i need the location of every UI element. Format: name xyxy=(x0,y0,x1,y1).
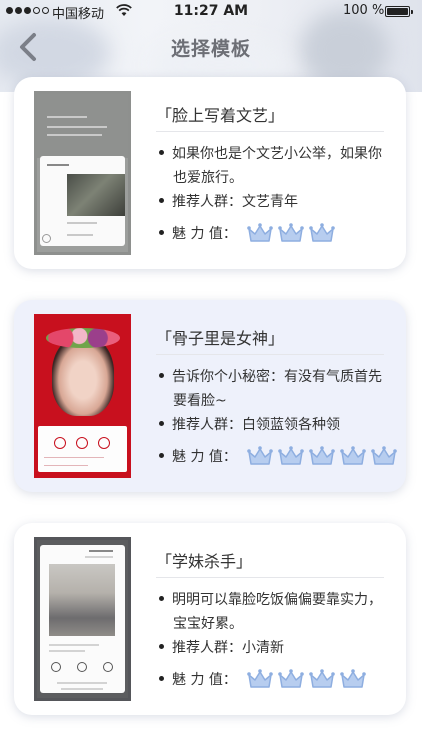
charm-rating-label: 魅 力 值： xyxy=(159,445,237,469)
divider xyxy=(156,354,384,355)
template-card-wenyi[interactable]: 「脸上写着文艺」 如果你也是个文艺小公举，如果你 也爱旅行。 推荐人群：文艺青年… xyxy=(14,77,406,269)
divider xyxy=(156,131,384,132)
recommended-audience: 推荐人群：小清新 xyxy=(159,636,284,660)
charm-rating-label: 魅 力 值： xyxy=(159,668,237,692)
recommended-audience: 推荐人群：文艺青年 xyxy=(159,190,298,214)
crown-icon xyxy=(309,223,335,242)
battery-icon xyxy=(385,6,413,17)
template-preview-thumbnail[interactable] xyxy=(34,91,131,255)
crown-icon xyxy=(247,669,273,688)
template-description: 明明可以靠脸吃饭偏偏要靠实力， xyxy=(159,588,382,612)
template-preview-thumbnail[interactable] xyxy=(34,314,131,478)
template-description: 如果你也是个文艺小公举，如果你 xyxy=(159,142,382,166)
template-description: 告诉你个小秘密：有没有气质首先 xyxy=(159,365,382,389)
template-title: 「学妹杀手」 xyxy=(156,552,253,571)
template-description-cont: 宝宝好累。 xyxy=(173,616,243,632)
template-description-cont: 要看脸~ xyxy=(173,393,227,409)
template-title: 「脸上写着文艺」 xyxy=(156,106,285,125)
template-card-xuemei[interactable]: 「学妹杀手」 明明可以靠脸吃饭偏偏要靠实力， 宝宝好累。 推荐人群：小清新 魅 … xyxy=(14,523,406,715)
crown-icon xyxy=(340,669,366,688)
charm-rating xyxy=(246,668,367,690)
battery-percent: 100 % xyxy=(343,3,385,18)
crown-icon xyxy=(247,223,273,242)
recommended-audience: 推荐人群：白领蓝领各种领 xyxy=(159,413,340,437)
crown-icon xyxy=(247,446,273,465)
crown-icon xyxy=(278,446,304,465)
template-preview-thumbnail[interactable] xyxy=(34,537,131,701)
charm-rating xyxy=(246,222,336,244)
charm-rating xyxy=(246,445,398,467)
page-title: 选择模板 xyxy=(170,38,251,60)
crown-icon xyxy=(278,223,304,242)
status-bar: 中国移动 11:27 AM 100 % xyxy=(0,0,422,24)
crown-icon xyxy=(278,669,304,688)
crown-icon xyxy=(309,446,335,465)
template-card-nvshen[interactable]: 「骨子里是女神」 告诉你个小秘密：有没有气质首先 要看脸~ 推荐人群：白领蓝领各… xyxy=(14,300,406,492)
crown-icon xyxy=(309,669,335,688)
crown-icon xyxy=(340,446,366,465)
template-description-cont: 也爱旅行。 xyxy=(173,170,243,186)
crown-icon xyxy=(371,446,397,465)
divider xyxy=(156,577,384,578)
charm-rating-label: 魅 力 值： xyxy=(159,222,237,246)
template-title: 「骨子里是女神」 xyxy=(156,329,285,348)
